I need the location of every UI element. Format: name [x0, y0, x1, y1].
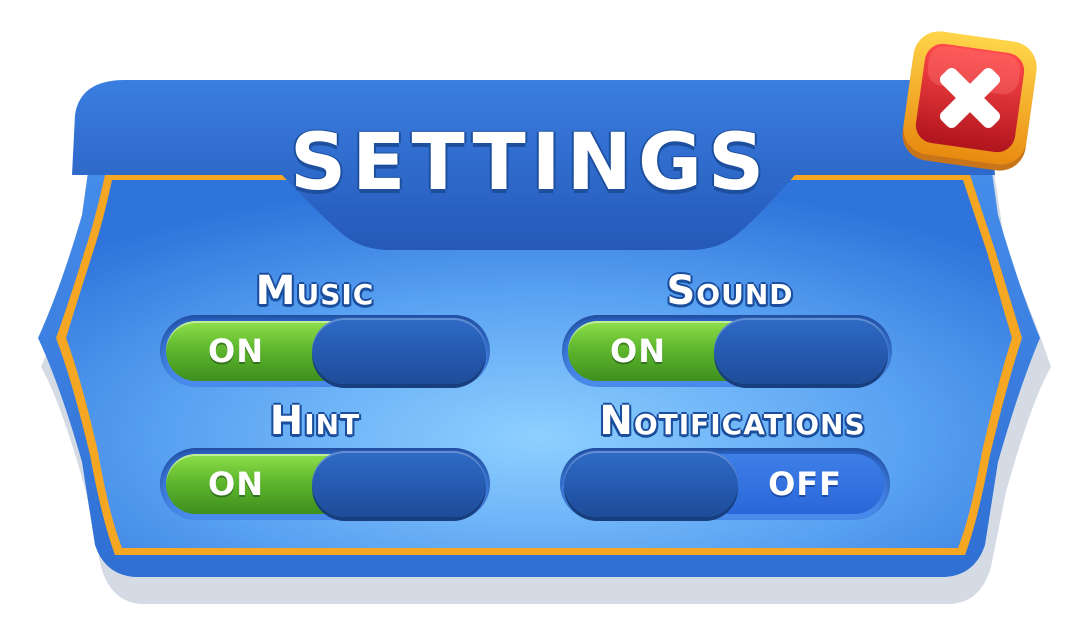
sound-toggle-state: ON	[610, 332, 666, 370]
sound-toggle[interactable]: ON	[562, 315, 892, 387]
sound-label: Sound	[666, 268, 794, 314]
notifications-toggle-state: OFF	[768, 465, 842, 503]
sound-toggle-knob[interactable]	[714, 318, 888, 384]
music-toggle[interactable]: ON	[160, 315, 490, 387]
notifications-toggle[interactable]: OFF	[560, 448, 890, 520]
hint-label: Hint	[269, 398, 361, 444]
hint-toggle[interactable]: ON	[160, 448, 490, 520]
music-toggle-state: ON	[208, 332, 264, 370]
hint-toggle-state: ON	[208, 465, 264, 503]
notifications-label: Notifications	[599, 398, 866, 444]
close-x-icon	[902, 31, 1037, 171]
music-toggle-knob[interactable]	[312, 318, 486, 384]
hint-toggle-knob[interactable]	[312, 451, 486, 517]
notifications-toggle-knob[interactable]	[564, 451, 738, 517]
close-button[interactable]	[888, 16, 1052, 180]
settings-title: SETTINGS	[290, 118, 771, 208]
music-label: Music	[255, 268, 375, 314]
